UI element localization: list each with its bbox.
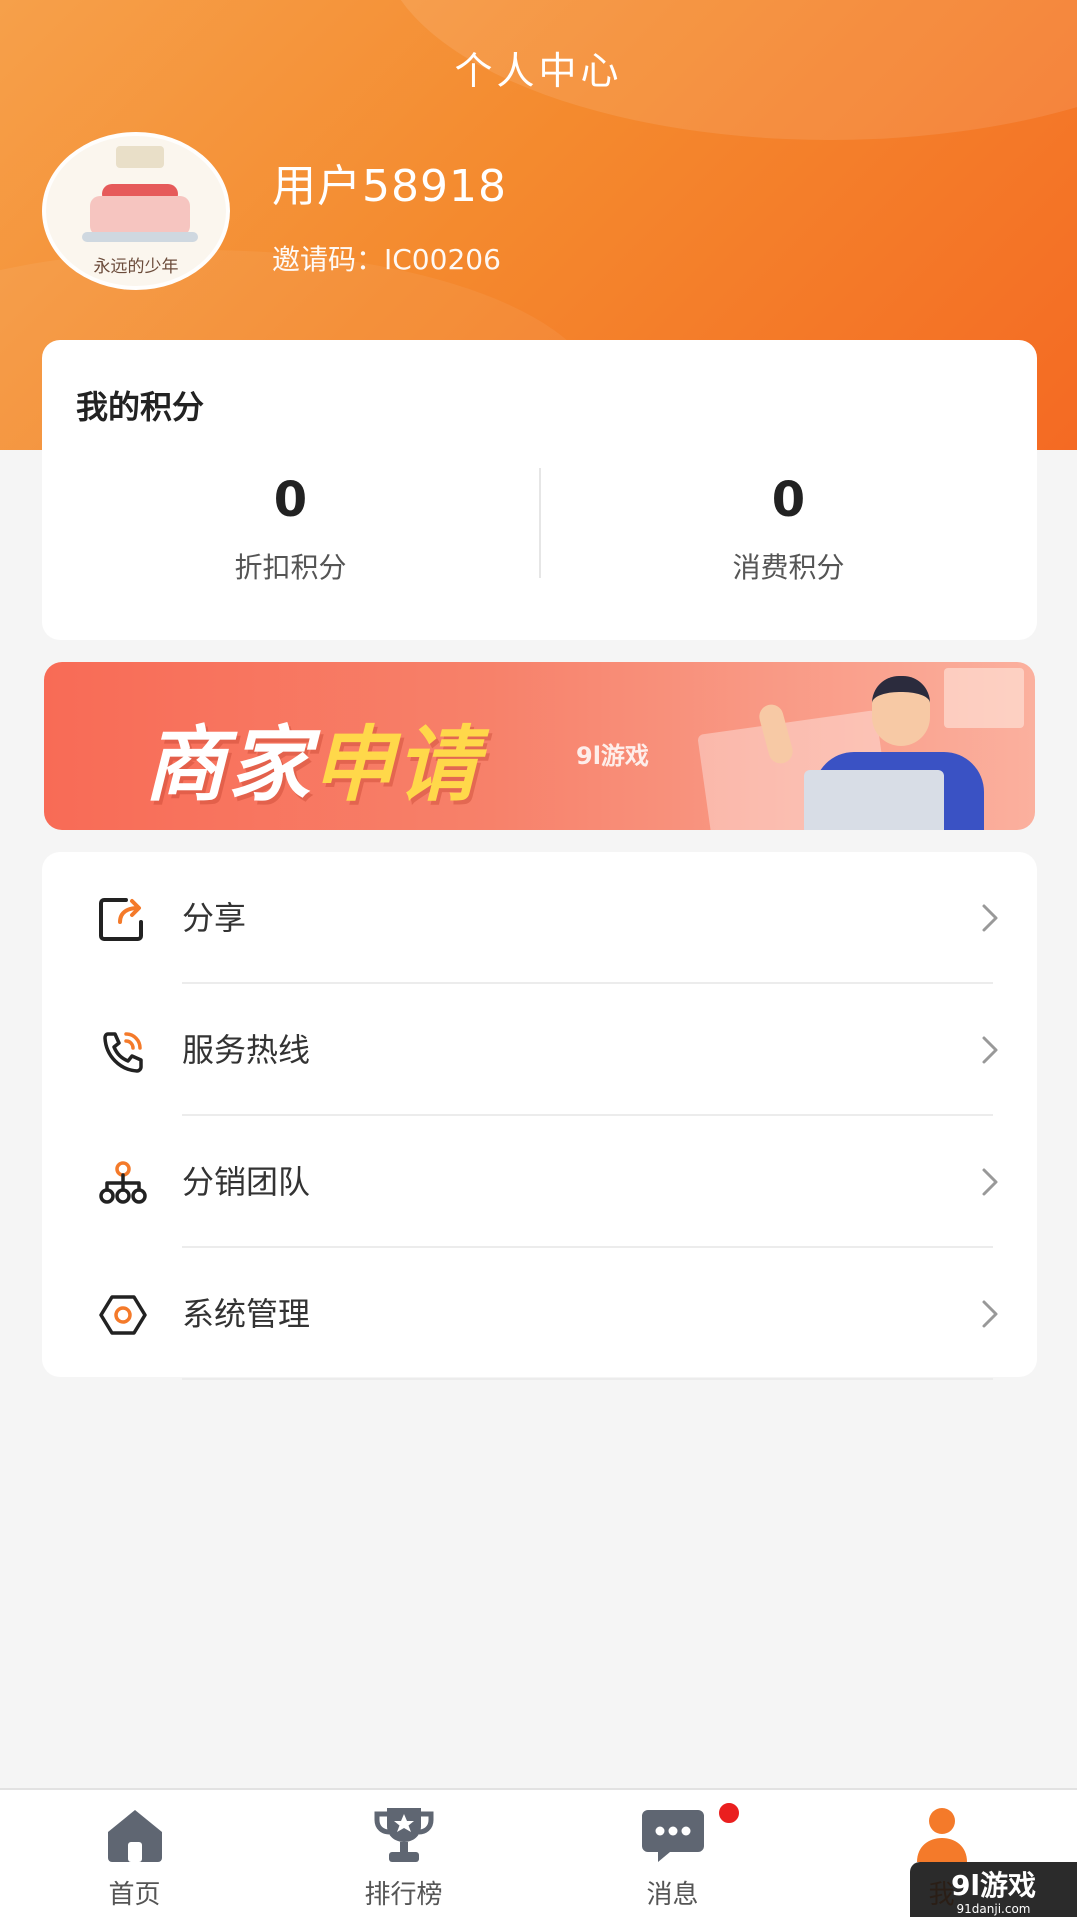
- points-card: 我的积分 0 折扣积分 0 消费积分: [42, 340, 1037, 640]
- page-title: 个人中心: [454, 49, 623, 93]
- unread-badge: [716, 1800, 742, 1826]
- points-title: 我的积分: [76, 388, 205, 426]
- tab-ranking[interactable]: 排行榜: [269, 1790, 538, 1917]
- menu-item-settings[interactable]: 系统管理: [42, 1248, 1037, 1380]
- watermark-title: 9l游戏: [950, 1869, 1037, 1902]
- banner-decoration: [944, 668, 1024, 728]
- invite-code: 邀请码：IC00206: [272, 243, 501, 276]
- tab-home[interactable]: 首页: [0, 1790, 269, 1917]
- chevron-right-icon: [982, 1168, 998, 1196]
- banner-title-part2: 申请: [312, 718, 480, 813]
- trophy-icon: [374, 1808, 434, 1862]
- team-icon: [99, 1161, 147, 1204]
- menu-item-label: 分销团队: [182, 1163, 311, 1201]
- merchant-apply-banner[interactable]: 商家申请 9l游戏: [44, 662, 1035, 830]
- tab-label: 排行榜: [364, 1880, 443, 1910]
- settings-icon: [99, 1295, 147, 1335]
- watermark: 9l游戏 91danji.com: [910, 1862, 1077, 1917]
- phone-icon: [103, 1032, 143, 1073]
- banner-illustration: [804, 770, 944, 830]
- watermark-sub: 91danji.com: [956, 1902, 1031, 1916]
- share-icon: [99, 898, 143, 941]
- chevron-right-icon: [982, 1036, 998, 1064]
- banner-logo: 9l游戏: [576, 742, 649, 770]
- avatar-decoration: [90, 196, 190, 236]
- banner-illustration: [872, 676, 930, 746]
- home-icon: [108, 1810, 162, 1862]
- banner-title-part1: 商家: [144, 718, 312, 813]
- menu-list: 分享 服务热线 分销团队 系统管理: [42, 852, 1037, 1380]
- menu-item-label: 分享: [182, 899, 247, 937]
- avatar-decoration: [116, 146, 164, 168]
- avatar[interactable]: 永远的少年: [42, 132, 230, 290]
- tab-label: 首页: [108, 1880, 161, 1910]
- discount-points-value: 0: [273, 472, 308, 528]
- avatar-caption: 永远的少年: [93, 257, 179, 277]
- tab-messages[interactable]: 消息: [538, 1790, 807, 1917]
- menu-item-team[interactable]: 分销团队: [42, 1116, 1037, 1248]
- consume-points[interactable]: 0 消费积分: [540, 470, 1037, 586]
- menu-item-hotline[interactable]: 服务热线: [42, 984, 1037, 1116]
- discount-points-label: 折扣积分: [234, 551, 347, 584]
- user-icon: [917, 1808, 967, 1862]
- tab-label: 消息: [646, 1880, 699, 1910]
- menu-item-label: 服务热线: [182, 1031, 311, 1069]
- discount-points[interactable]: 0 折扣积分: [42, 470, 539, 586]
- banner-title: 商家申请: [144, 698, 480, 817]
- consume-points-label: 消费积分: [732, 551, 845, 584]
- menu-item-label: 系统管理: [182, 1295, 311, 1333]
- menu-item-share[interactable]: 分享: [42, 852, 1037, 984]
- chevron-right-icon: [982, 904, 998, 932]
- username: 用户58918: [272, 161, 507, 212]
- message-icon: [642, 1810, 704, 1862]
- avatar-decoration: [82, 232, 198, 242]
- separator: [182, 1378, 993, 1380]
- page: 个人中心 永远的少年 用户58918 邀请码：IC00206 我的积分 0 折扣…: [0, 0, 1077, 1917]
- chevron-right-icon: [982, 1300, 998, 1328]
- consume-points-value: 0: [771, 472, 806, 528]
